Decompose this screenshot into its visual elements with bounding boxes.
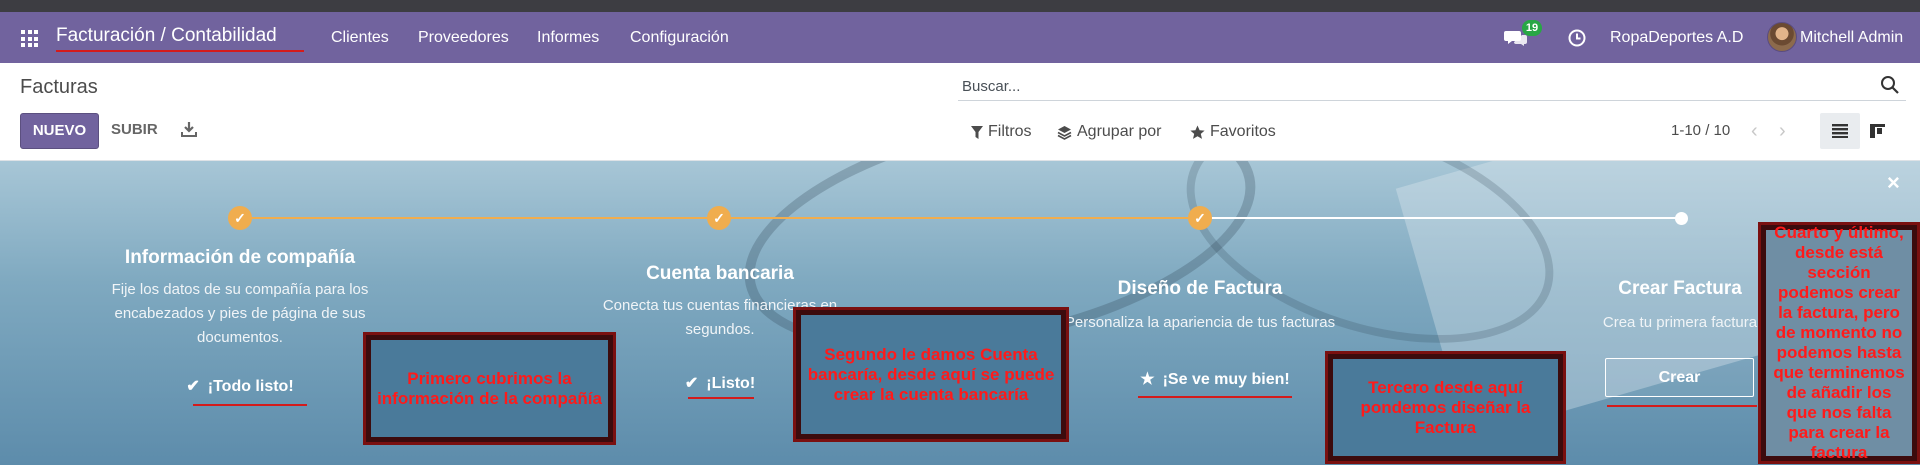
create-invoice-button[interactable]: Crear [1605, 358, 1754, 397]
step-3-link-label: ¡Se ve muy bien! [1162, 371, 1290, 388]
filters-label: Filtros [988, 123, 1032, 140]
new-button[interactable]: NUEVO [20, 113, 99, 149]
pager-value[interactable]: 1-10 / 10 [1671, 122, 1730, 139]
step-3-red-underline [1138, 396, 1292, 398]
list-view-icon [1832, 124, 1848, 138]
menu-clientes[interactable]: Clientes [331, 29, 389, 47]
annotation-text-4: Cuarto y último, desde está sección pode… [1773, 223, 1905, 462]
download-icon[interactable] [180, 120, 198, 138]
step-3-link[interactable]: ★ ¡Se ve muy bien! [1105, 369, 1325, 389]
pager-previous-icon[interactable]: ‹ [1751, 120, 1758, 143]
messages-count-badge: 19 [1522, 20, 1542, 36]
search-icon[interactable] [1880, 75, 1900, 95]
browser-top-strip [0, 0, 1920, 12]
list-view-button[interactable] [1820, 113, 1860, 149]
annotation-box-2: Segundo le damos Cuenta bancaría, desde … [793, 307, 1069, 442]
favorites-toggle[interactable]: Favoritos [1190, 123, 1276, 141]
step-2-title: Cuenta bancaria [646, 263, 794, 284]
kanban-view-icon[interactable] [1866, 119, 1890, 143]
apps-menu-icon[interactable] [21, 30, 38, 47]
annotation-text-2: Segundo le damos Cuenta bancaría, desde … [807, 344, 1055, 404]
step-1-link[interactable]: ✔ ¡Todo listo! [130, 376, 350, 396]
upload-button[interactable]: SUBIR [111, 121, 158, 138]
step-3-description: Personaliza la apariencia de tus factura… [1064, 314, 1336, 331]
check-icon: ✔ [684, 375, 699, 392]
filters-toggle[interactable]: Filtros [971, 123, 1032, 141]
search-bar [958, 71, 1906, 101]
annotation-box-4: Cuarto y último, desde está sección pode… [1758, 222, 1920, 464]
filter-icon [971, 125, 983, 139]
pager-next-icon[interactable]: › [1779, 120, 1786, 143]
annotation-text-3: Tercero desde aquí pondemos diseñar la F… [1360, 377, 1531, 437]
page-title: Facturas [20, 76, 98, 98]
star-icon: ★ [1140, 371, 1155, 388]
brand-red-underline [56, 50, 304, 52]
menu-informes[interactable]: Informes [537, 29, 599, 47]
onboarding-panel: × ✓ ✓ ✓ Información de compañía Fije los… [0, 161, 1920, 465]
step-4-pending-dot [1675, 212, 1688, 225]
step-1-title: Información de compañía [124, 247, 356, 268]
annotation-box-1: Primero cubrimos la información de la co… [363, 332, 616, 445]
step-4-red-underline [1607, 405, 1757, 407]
step-1-description: Fije los datos de su compañía para los e… [111, 281, 369, 346]
close-icon[interactable]: × [1887, 170, 1900, 196]
step-2-red-underline [688, 397, 754, 399]
app-brand[interactable]: Facturación / Contabilidad [56, 25, 277, 47]
annotation-text-1: Primero cubrimos la información de la co… [377, 368, 602, 408]
step-1-link-label: ¡Todo listo! [207, 378, 294, 395]
group-by-toggle[interactable]: Agrupar por [1057, 123, 1162, 141]
menu-proveedores[interactable]: Proveedores [418, 29, 509, 47]
step-1-check-icon: ✓ [228, 206, 252, 230]
progress-line-pending [1200, 217, 1681, 219]
main-navbar: Facturación / Contabilidad Clientes Prov… [0, 12, 1920, 63]
step-1-red-underline [193, 404, 307, 406]
step-3-check-icon: ✓ [1188, 206, 1212, 230]
clock-icon[interactable] [1567, 28, 1587, 48]
favorites-label: Favoritos [1210, 123, 1276, 140]
step-3-title: Diseño de Factura [1117, 278, 1283, 299]
annotation-box-3: Tercero desde aquí pondemos diseñar la F… [1325, 351, 1566, 464]
check-icon: ✔ [186, 378, 200, 395]
step-2-link-label: ¡Listo! [706, 375, 756, 392]
company-switcher[interactable]: RopaDeportes A.D [1610, 29, 1743, 47]
user-menu[interactable]: Mitchell Admin [1800, 29, 1903, 47]
control-panel: Facturas NUEVO SUBIR Filtros Agrupar por… [0, 63, 1920, 161]
group-by-label: Agrupar por [1077, 123, 1162, 140]
step-2-check-icon: ✓ [707, 206, 731, 230]
user-avatar[interactable] [1767, 22, 1797, 52]
layers-icon [1057, 125, 1072, 140]
search-input[interactable] [962, 75, 1812, 97]
menu-configuracion[interactable]: Configuración [630, 29, 729, 47]
star-icon [1190, 125, 1205, 139]
